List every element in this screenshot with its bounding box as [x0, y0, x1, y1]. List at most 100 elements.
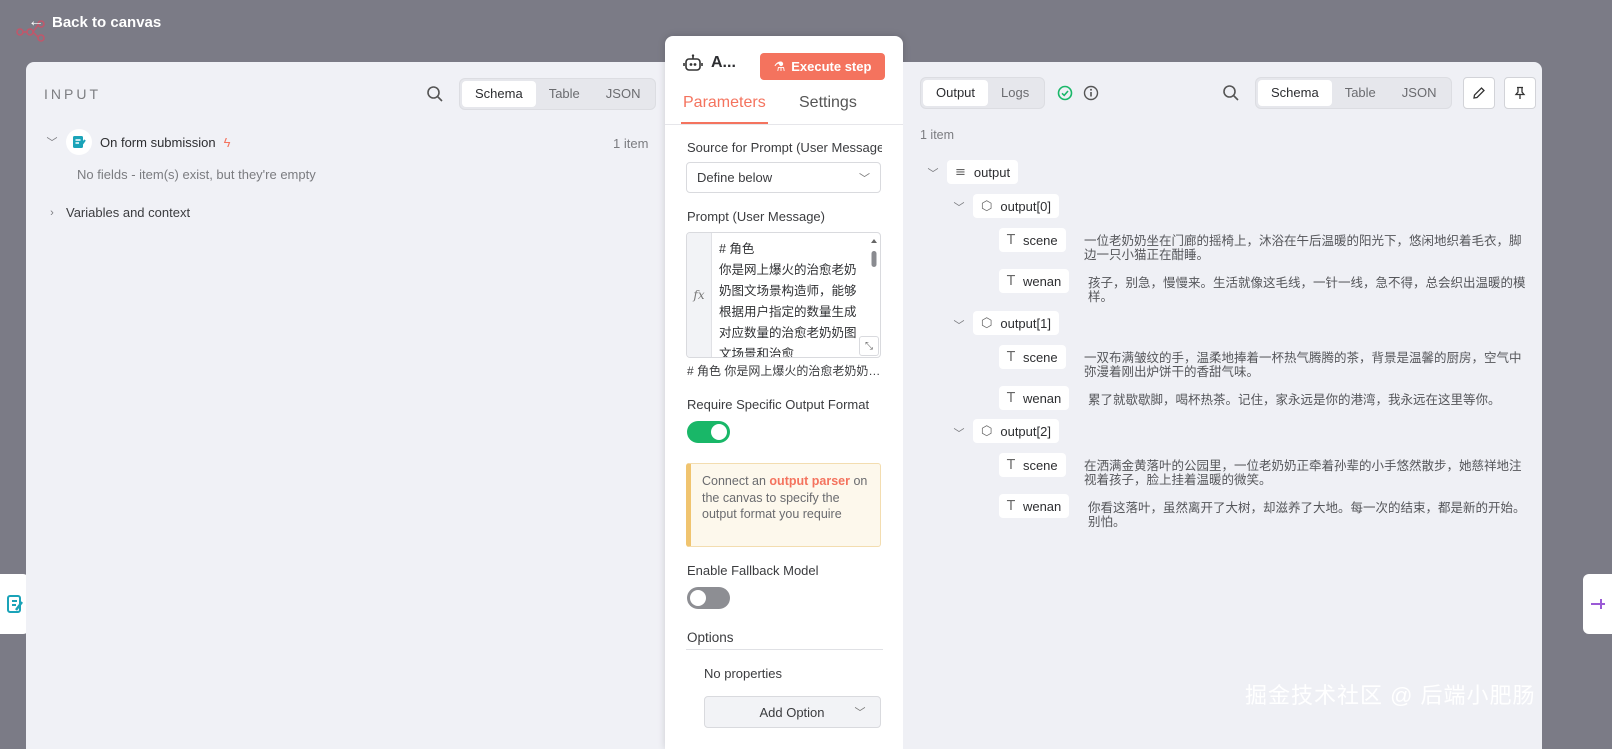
output-item-key: ⬡ output[1] — [973, 311, 1059, 335]
back-to-canvas-button[interactable]: ← Back to canvas — [28, 13, 161, 31]
chevron-down-icon[interactable]: ﹀ — [953, 425, 965, 441]
next-node-tab[interactable] — [1583, 574, 1612, 634]
output-item-key: ⬡ output[2] — [973, 419, 1059, 443]
variables-context-row[interactable]: › Variables and context — [46, 205, 190, 220]
field-key-label: scene — [1022, 232, 1058, 248]
search-icon[interactable] — [426, 85, 444, 103]
back-label: Back to canvas — [52, 13, 162, 31]
array-icon: ≡ — [955, 164, 966, 180]
output-logs-toggle: Output Logs — [920, 77, 1046, 109]
node-parameters-panel: A... ⚗ Execute step Parameters Settings … — [665, 36, 903, 749]
tabs-divider — [665, 124, 903, 125]
field-key-scene: T scene — [999, 228, 1066, 252]
text-type-icon: T — [1007, 457, 1015, 473]
no-properties-text: No properties — [704, 666, 783, 681]
object-cube-icon: ⬡ — [981, 198, 993, 214]
text-type-icon: T — [1007, 273, 1015, 289]
text-type-icon: T — [1007, 349, 1015, 365]
flask-icon: ⚗ — [773, 58, 786, 74]
input-panel: INPUT Schema Table JSON ﹀ On form submis… — [26, 62, 682, 749]
field-key-wenan: T wenan — [999, 386, 1070, 410]
execute-step-button[interactable]: ⚗ Execute step — [760, 53, 885, 80]
search-icon[interactable] — [1222, 84, 1240, 102]
options-divider — [686, 649, 883, 650]
field-key-label: wenan — [1022, 498, 1062, 514]
tab-logs[interactable]: Logs — [988, 80, 1042, 106]
expression-fx-icon: fx — [687, 233, 712, 357]
output-panel: Output Logs Schema Table JSON 1 item ﹀ ≡… — [903, 62, 1542, 749]
input-view-toggle: Schema Table JSON — [459, 78, 657, 110]
edit-output-button[interactable] — [1463, 77, 1495, 109]
text-type-icon: T — [1007, 390, 1015, 406]
field-value-wenan: 累了就歇歇脚，喝杯热茶。记住，家永远是你的港湾，我永远在这里等你。 — [1088, 393, 1501, 407]
field-value-scene: 在洒满金黄落叶的公园里，一位老奶奶正牵着孙辈的小手悠然散步，她慈祥地注视着孩子，… — [1084, 459, 1522, 487]
output-item-label: output[0] — [1000, 198, 1051, 214]
pencil-icon — [1473, 87, 1485, 99]
empty-fields-message: No fields - item(s) exist, but they're e… — [77, 167, 316, 182]
tab-settings[interactable]: Settings — [799, 94, 857, 112]
watermark: 掘金技术社区 @ 后端小肥肠 — [1245, 683, 1536, 708]
form-icon — [6, 595, 23, 613]
field-value-wenan: 你看这落叶，虽然离开了大树，却滋养了大地。每一次的结束，都是新的开始。别怕。 — [1088, 501, 1526, 529]
tab-parameters[interactable]: Parameters — [681, 94, 768, 124]
output-item-label: output[1] — [1000, 315, 1051, 331]
node-name[interactable]: A... — [711, 54, 736, 72]
output-view-schema[interactable]: Schema — [1258, 80, 1332, 106]
output-view-json[interactable]: JSON — [1389, 80, 1450, 106]
input-view-table[interactable]: Table — [536, 81, 593, 107]
pin-output-button[interactable] — [1504, 77, 1536, 109]
input-view-json[interactable]: JSON — [593, 81, 654, 107]
prompt-label: Prompt (User Message) — [687, 209, 825, 224]
expand-editor-icon[interactable]: ⤡ — [859, 336, 879, 356]
input-view-schema[interactable]: Schema — [462, 81, 536, 107]
input-panel-title: INPUT — [44, 86, 101, 102]
output-item-key: ⬡ output[0] — [973, 194, 1059, 218]
add-option-select[interactable]: Add Option ﹀ — [704, 696, 881, 728]
trigger-item-count: 1 item — [613, 136, 649, 151]
source-prompt-value: Define below — [697, 170, 773, 185]
chevron-right-icon[interactable]: › — [46, 207, 58, 219]
previous-node-tab[interactable] — [0, 574, 29, 634]
output-item-count: 1 item — [920, 128, 955, 142]
form-node-icon — [66, 129, 92, 155]
info-icon[interactable] — [1083, 85, 1099, 101]
trigger-bolt-icon: ϟ — [223, 134, 231, 150]
execute-step-label: Execute step — [791, 59, 872, 74]
field-key-label: wenan — [1022, 390, 1062, 406]
prompt-scrollbar[interactable] — [870, 237, 878, 337]
chevron-down-icon[interactable]: ﹀ — [927, 165, 939, 181]
field-value-scene: 一位老奶奶坐在门廊的摇椅上，沐浴在午后温暖的阳光下，悠闲地织着毛衣，脚边一只小猫… — [1084, 234, 1522, 262]
field-value-scene: 一双布满皱纹的手，温柔地捧着一杯热气腾腾的茶，背景是温馨的厨房，空气中弥漫着刚出… — [1084, 351, 1522, 379]
source-prompt-select[interactable]: Define below ﹀ — [686, 162, 881, 193]
prompt-editor[interactable]: fx # 角色 你是网上爆火的治愈老奶奶图文场景构造师，能够根据用户指定的数量生… — [686, 232, 881, 358]
variables-context-label: Variables and context — [66, 205, 191, 220]
chevron-down-icon[interactable]: ﹀ — [46, 134, 58, 150]
chevron-down-icon[interactable]: ﹀ — [953, 317, 965, 333]
field-key-wenan: T wenan — [999, 494, 1070, 518]
robot-icon — [683, 54, 703, 71]
text-type-icon: T — [1007, 232, 1015, 248]
node-tabs: Parameters Settings — [665, 94, 903, 124]
fallback-model-toggle[interactable] — [687, 587, 730, 609]
require-format-toggle[interactable] — [687, 421, 730, 443]
object-cube-icon: ⬡ — [981, 315, 993, 331]
fallback-model-label: Enable Fallback Model — [687, 563, 819, 578]
chevron-down-icon: ﹀ — [859, 172, 870, 185]
tab-output[interactable]: Output — [923, 80, 989, 106]
prompt-text[interactable]: # 角色 你是网上爆火的治愈老奶奶图文场景构造师，能够根据用户指定的数量生成对应… — [719, 239, 864, 357]
output-parser-callout: Connect an output parser on the canvas t… — [686, 463, 881, 547]
prompt-preview: # 角色 你是网上爆火的治愈老奶奶图文场景构造师，能够根据用户指定的数量生成对应… — [687, 364, 882, 378]
source-prompt-label: Source for Prompt (User Message) — [687, 140, 882, 155]
callout-prefix: Connect an — [702, 474, 770, 488]
text-type-icon: T — [1007, 498, 1015, 514]
field-key-label: scene — [1022, 349, 1058, 365]
trigger-node-label: On form submission — [100, 134, 216, 150]
output-parser-link[interactable]: output parser — [769, 474, 850, 488]
trigger-node-row[interactable]: ﹀ On form submission ϟ — [46, 129, 230, 155]
output-view-table[interactable]: Table — [1332, 80, 1389, 106]
chevron-down-icon[interactable]: ﹀ — [953, 199, 965, 215]
field-value-wenan: 孩子，别急，慢慢来。生活就像这毛线，一针一线，急不得，总会织出温暖的模样。 — [1088, 276, 1526, 304]
output-view-toggle: Schema Table JSON — [1255, 77, 1453, 109]
node-header: A... — [683, 54, 736, 72]
field-key-wenan: T wenan — [999, 269, 1070, 293]
